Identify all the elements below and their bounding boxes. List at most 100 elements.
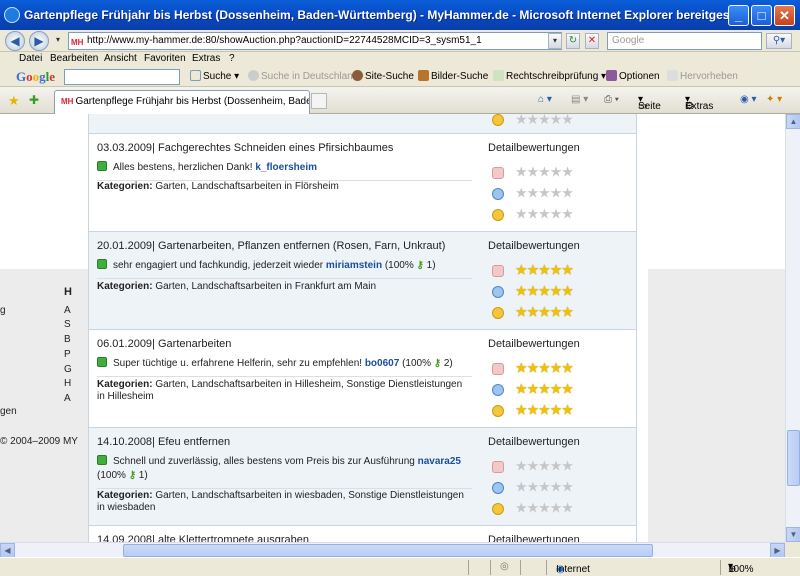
- user-link[interactable]: bo0607: [365, 358, 399, 369]
- footer-link[interactable]: B: [64, 334, 71, 345]
- favorites-star-icon[interactable]: ★: [8, 93, 20, 109]
- star-icon: ★: [538, 164, 551, 180]
- history-dropdown-icon[interactable]: ▾: [51, 33, 65, 49]
- star-icon: ★: [538, 479, 551, 495]
- footer-link[interactable]: G: [64, 364, 72, 375]
- menu-datei[interactable]: Datei: [19, 53, 42, 64]
- stop-icon[interactable]: ✕: [585, 33, 599, 49]
- tab-active[interactable]: MH Gartenpflege Frühjahr bis Herbst (Doss…: [54, 90, 310, 114]
- horizontal-scrollbar[interactable]: ◀ ▶: [0, 542, 785, 558]
- star-icon: ★: [561, 402, 574, 418]
- star-icon: ★: [561, 304, 574, 320]
- site-search-button[interactable]: Site-Suche: [352, 70, 414, 82]
- research-icon[interactable]: ✦ ▾: [766, 94, 782, 105]
- add-favorites-icon[interactable]: ✚: [29, 93, 39, 107]
- help-icon[interactable]: ◉ ▾: [740, 94, 757, 105]
- menu-bearbeiten[interactable]: Bearbeiten: [50, 53, 98, 64]
- review-header: 14.09.2008| alte Klettertrompete ausgrab…: [97, 534, 310, 542]
- google-logo[interactable]: Google: [16, 69, 55, 85]
- thumb-icon: [492, 166, 504, 179]
- horizontal-scroll-thumb[interactable]: [123, 544, 653, 557]
- star-icon: ★: [561, 164, 574, 180]
- star-icon: ★: [561, 283, 574, 299]
- image-search-button[interactable]: Bilder-Suche: [418, 70, 488, 82]
- scroll-down-icon[interactable]: ▼: [786, 527, 800, 542]
- star-icon: ★: [526, 381, 540, 397]
- star-icon: ★: [538, 381, 551, 397]
- footer-link[interactable]: A: [64, 305, 71, 316]
- user-link[interactable]: miriamstein: [326, 260, 382, 271]
- spellcheck-icon: [493, 70, 504, 81]
- maximize-button[interactable]: □: [751, 5, 772, 26]
- vertical-scrollbar[interactable]: ▲ ▼: [785, 114, 800, 542]
- feeds-icon[interactable]: ▤ ▾: [571, 94, 588, 105]
- search-germany-button[interactable]: Suche in Deutschland: [248, 70, 358, 82]
- footer-link-fragment[interactable]: g: [0, 305, 6, 316]
- star-icon: ★: [538, 360, 551, 376]
- new-tab-button[interactable]: [311, 93, 327, 109]
- print-icon[interactable]: ⎙ ▾: [604, 94, 619, 105]
- search-go-icon[interactable]: ⚲▾: [766, 33, 792, 49]
- spellcheck-button[interactable]: Rechtschreibprüfung ▾: [493, 70, 606, 82]
- minimize-button[interactable]: _: [728, 5, 749, 26]
- menu-ansicht[interactable]: Ansicht: [104, 53, 137, 64]
- scroll-left-icon[interactable]: ◀: [0, 543, 15, 558]
- url-dropdown-icon[interactable]: ▾: [548, 33, 562, 49]
- options-button[interactable]: Optionen: [606, 70, 660, 82]
- star-icon: ★: [515, 283, 528, 299]
- star-icon: ★: [538, 283, 551, 299]
- footer-link-fragment[interactable]: gen: [0, 406, 17, 417]
- detail-ratings-label: Detailbewertungen: [488, 142, 580, 154]
- review-comment: Super tüchtige u. erfahrene Helferin, se…: [97, 357, 472, 377]
- google-search-input[interactable]: [64, 69, 180, 85]
- star-icon: ★: [538, 402, 551, 418]
- address-bar: ◀ ▶ ▾ MH http://www.my-hammer.de:80/show…: [0, 30, 800, 52]
- menu-favoriten[interactable]: Favoriten: [144, 53, 186, 64]
- tools-menu[interactable]: ⚙ Extras ▾: [685, 94, 713, 112]
- url-input[interactable]: MH http://www.my-hammer.de:80/showAuctio…: [68, 32, 562, 50]
- page-menu[interactable]: ▭ Seite ▾: [638, 94, 661, 112]
- scroll-right-icon[interactable]: ▶: [770, 543, 785, 558]
- rating-fragment: ★★★★★: [492, 114, 574, 132]
- star-icon: ★: [515, 458, 528, 474]
- google-search-button[interactable]: Suche ▾: [190, 70, 239, 82]
- menu-extras[interactable]: Extras: [192, 53, 220, 64]
- detail-ratings-label: Detailbewertungen: [488, 338, 580, 350]
- user-link[interactable]: navara25: [418, 456, 461, 467]
- star-icon: ★: [526, 164, 540, 180]
- star-icon: ★: [549, 500, 563, 516]
- star-icon: ★: [549, 304, 563, 320]
- ie-icon: [4, 7, 20, 23]
- footer-link[interactable]: S: [64, 319, 71, 330]
- highlight-button[interactable]: Hervorheben: [667, 70, 738, 82]
- vertical-scroll-thumb[interactable]: [787, 430, 800, 486]
- image-icon: [418, 70, 429, 81]
- refresh-icon[interactable]: ↻: [566, 33, 580, 49]
- home-icon[interactable]: ⌂ ▾: [538, 94, 552, 105]
- scroll-up-icon[interactable]: ▲: [786, 114, 800, 129]
- window-title: Gartenpflege Frühjahr bis Herbst (Dossen…: [24, 8, 734, 22]
- review-categories: Kategorien: Garten, Landschaftsarbeiten …: [97, 281, 377, 292]
- footer-link[interactable]: P: [64, 349, 71, 360]
- smile-icon: [492, 404, 504, 417]
- forward-icon[interactable]: ▶: [29, 31, 49, 51]
- detail-ratings: ★★★★★ ★★★★★ ★★★★★: [492, 164, 574, 227]
- window-title-bar[interactable]: Gartenpflege Frühjahr bis Herbst (Dossen…: [0, 0, 800, 30]
- review-categories: Kategorien: Garten, Landschaftsarbeiten …: [97, 490, 464, 513]
- review-header: 06.01.2009| Gartenarbeiten: [97, 338, 232, 350]
- user-link[interactable]: k_floersheim: [255, 162, 317, 173]
- back-icon[interactable]: ◀: [5, 31, 25, 51]
- star-icon: ★: [515, 381, 528, 397]
- footer-link[interactable]: H: [64, 378, 71, 389]
- star-icon: ★: [561, 262, 574, 278]
- privacy-icon[interactable]: ◎: [500, 561, 509, 572]
- footer-link[interactable]: A: [64, 393, 71, 404]
- search-input[interactable]: Google: [607, 32, 762, 50]
- menu-help[interactable]: ?: [229, 53, 235, 64]
- zoom-level[interactable]: ⊕ 100% ▾: [728, 561, 754, 575]
- close-button[interactable]: ✕: [774, 5, 795, 26]
- star-icon: ★: [549, 283, 563, 299]
- star-icon: ★: [515, 164, 528, 180]
- review-categories: Kategorien: Garten, Landschaftsarbeiten …: [97, 181, 339, 192]
- tab-favicon: MH: [61, 97, 74, 106]
